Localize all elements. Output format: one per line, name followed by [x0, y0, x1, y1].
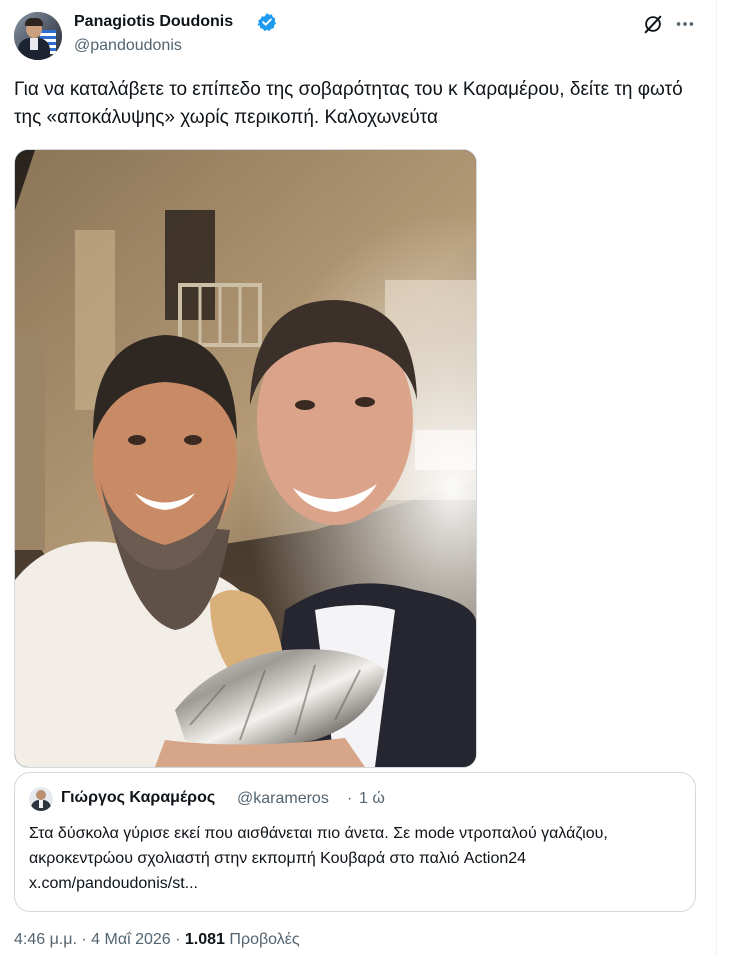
quoted-tweet-card[interactable]: Γιώργος Καραμέρος @karameros · 1 ώ Στα δ…	[14, 772, 696, 912]
author-name[interactable]: Panagiotis Doudonis	[74, 13, 233, 31]
tweet-header: Panagiotis Doudonis @pandoudonis	[14, 10, 704, 62]
more-icon[interactable]	[674, 13, 696, 35]
quoted-author-handle[interactable]: @karameros	[237, 790, 329, 808]
meta-separator: ·	[175, 931, 181, 948]
tweet-date[interactable]: 4 Μαΐ 2026	[91, 931, 171, 948]
quoted-tweet-text: Στα δύσκολα γύρισε εκεί που αισθάνεται π…	[29, 825, 608, 892]
views-count: 1.081	[184, 931, 225, 948]
author-handle[interactable]: @pandoudonis	[74, 37, 182, 55]
selfie-illustration	[15, 150, 476, 767]
quoted-author-name[interactable]: Γιώργος Καραμέρος	[61, 789, 215, 807]
right-divider	[716, 0, 717, 955]
tweet-photo[interactable]	[14, 149, 477, 768]
quoted-separator: ·	[347, 790, 353, 807]
tweet-text: Για να καταλάβετε το επίπεδο της σοβαρότ…	[14, 79, 683, 128]
quoted-timestamp[interactable]: 1 ώ	[359, 790, 385, 808]
tweet-meta: 4:46 μ.μ. · 4 Μαΐ 2026 · 1.081 Προβολές	[14, 931, 300, 949]
meta-separator: ·	[81, 931, 87, 948]
tweet-time[interactable]: 4:46 μ.μ.	[14, 931, 77, 948]
grok-icon[interactable]	[642, 13, 664, 35]
views-label: Προβολές	[229, 931, 300, 948]
verified-badge-icon	[257, 13, 277, 32]
author-avatar[interactable]	[14, 12, 62, 60]
quoted-author-avatar[interactable]	[29, 787, 53, 811]
